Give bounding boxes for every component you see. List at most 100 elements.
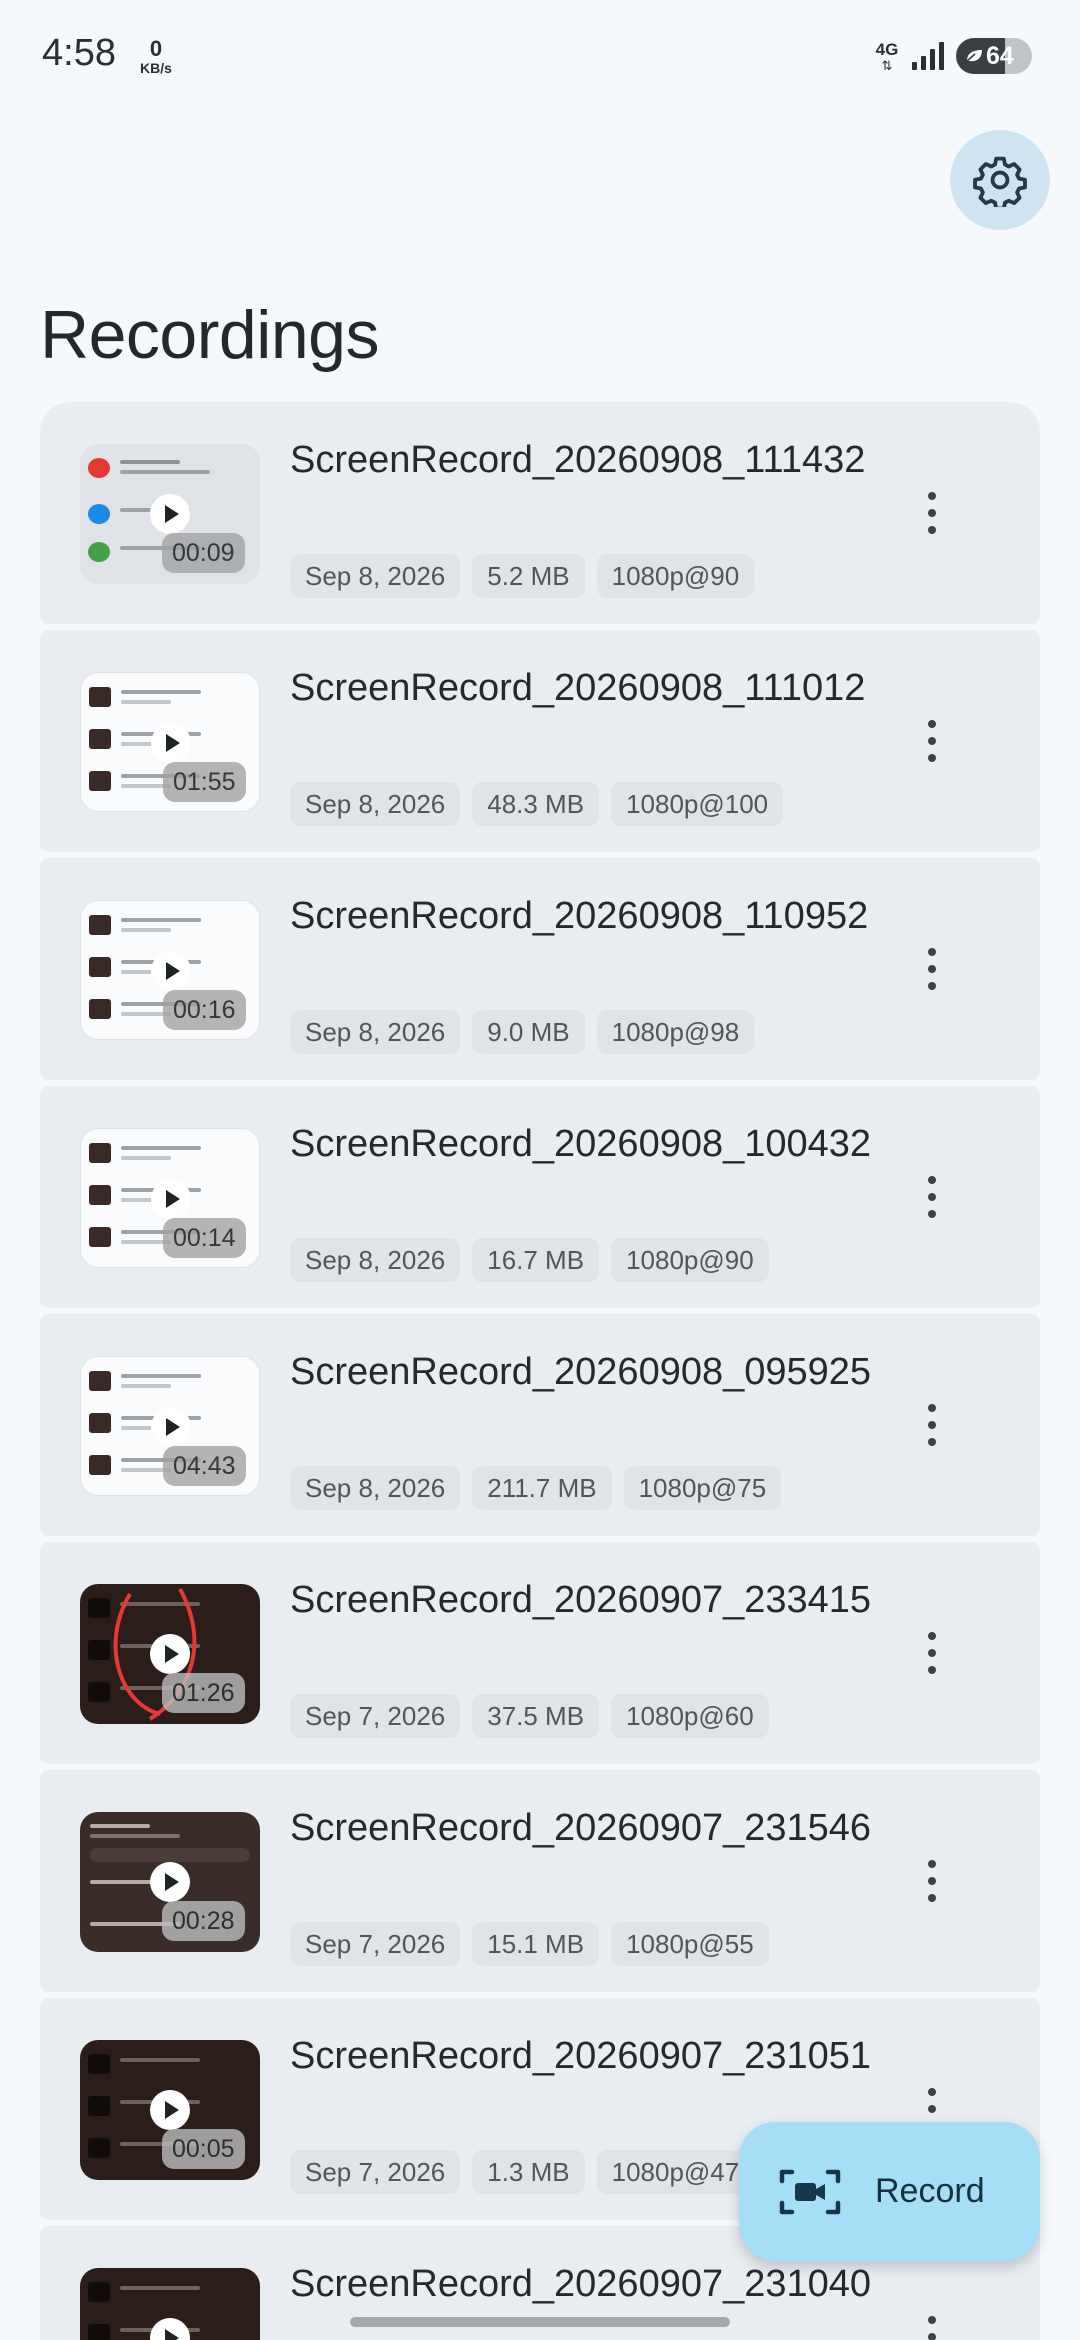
size-chip: 16.7 MB (472, 1238, 600, 1282)
date-chip: Sep 8, 2026 (290, 1238, 461, 1282)
video-thumbnail[interactable]: 00:09 (80, 444, 260, 584)
size-chip: 5.2 MB (472, 554, 585, 598)
screen: 4:58 0 KB/s 4G ⇅ 64 Recordings 00:09 Scr… (0, 0, 1080, 2340)
size-chip: 9.0 MB (472, 1010, 585, 1054)
video-thumbnail[interactable]: 04:43 (80, 1356, 260, 1496)
play-icon (151, 723, 191, 763)
recording-item[interactable]: 00:14 ScreenRecord_20260908_100432 Sep 8, … (40, 1086, 1040, 1308)
play-icon (151, 951, 191, 991)
size-chip: 48.3 MB (472, 782, 600, 826)
date-chip: Sep 8, 2026 (290, 554, 461, 598)
video-thumbnail[interactable] (80, 2268, 260, 2340)
recording-item[interactable]: 00:09 ScreenRecord_20260908_111432 Sep 8, … (40, 402, 1040, 624)
date-chip: Sep 8, 2026 (290, 1010, 461, 1054)
recording-item[interactable]: 00:28 ScreenRecord_20260907_231546 Sep 7, … (40, 1770, 1040, 1992)
play-icon (150, 1634, 190, 1674)
more-options-icon[interactable] (918, 1172, 946, 1222)
recording-meta: Sep 8, 2026 5.2 MB 1080p@90 (290, 554, 755, 598)
more-options-icon[interactable] (918, 1400, 946, 1450)
date-chip: Sep 7, 2026 (290, 1922, 461, 1966)
duration-badge: 04:43 (163, 1446, 246, 1486)
settings-button[interactable] (950, 130, 1050, 230)
recording-name: ScreenRecord_20260907_231546 (290, 1807, 872, 1849)
network-type: 4G ⇅ (872, 41, 902, 72)
signal-icon (912, 41, 946, 71)
recording-name: ScreenRecord_20260908_095925 (290, 1351, 872, 1393)
play-icon (151, 1179, 191, 1219)
home-indicator[interactable] (350, 2317, 730, 2327)
network-speed-unit: KB/s (140, 60, 172, 76)
size-chip: 15.1 MB (472, 1922, 600, 1966)
recording-meta: Sep 8, 2026 9.0 MB 1080p@98 (290, 1010, 755, 1054)
recording-item[interactable]: 04:43 ScreenRecord_20260908_095925 Sep 8, … (40, 1314, 1040, 1536)
more-options-icon[interactable] (918, 2312, 946, 2340)
recording-meta: Sep 8, 2026 48.3 MB 1080p@100 (290, 782, 784, 826)
size-chip: 211.7 MB (472, 1466, 612, 1510)
network-speed-value: 0 (149, 36, 163, 61)
more-options-icon[interactable] (918, 944, 946, 994)
screen-record-icon (779, 2169, 841, 2214)
duration-badge: 00:16 (163, 990, 246, 1030)
recording-name: ScreenRecord_20260907_231051 (290, 2035, 872, 2077)
record-button-label: Record (875, 2172, 985, 2210)
recording-meta: Sep 7, 2026 15.1 MB 1080p@55 (290, 1922, 769, 1966)
recording-meta: Sep 7, 2026 37.5 MB 1080p@60 (290, 1694, 769, 1738)
battery-saver-icon (965, 50, 982, 63)
quality-chip: 1080p@90 (596, 554, 755, 598)
network-speed: 0 KB/s (136, 36, 176, 76)
video-thumbnail[interactable]: 00:14 (80, 1128, 260, 1268)
recording-meta: Sep 8, 2026 16.7 MB 1080p@90 (290, 1238, 769, 1282)
more-options-icon[interactable] (918, 488, 946, 538)
more-options-icon[interactable] (918, 1628, 946, 1678)
status-bar: 4:58 0 KB/s 4G ⇅ 64 (0, 0, 1080, 110)
date-chip: Sep 8, 2026 (290, 782, 461, 826)
video-thumbnail[interactable]: 00:28 (80, 1812, 260, 1952)
date-chip: Sep 7, 2026 (290, 1694, 461, 1738)
recording-name: ScreenRecord_20260908_111432 (290, 439, 866, 481)
size-chip: 37.5 MB (472, 1694, 600, 1738)
duration-badge: 00:09 (162, 533, 245, 573)
status-time: 4:58 (42, 32, 116, 74)
more-options-icon[interactable] (918, 716, 946, 766)
quality-chip: 1080p@98 (596, 1010, 755, 1054)
quality-chip: 1080p@100 (611, 782, 784, 826)
recording-name: ScreenRecord_20260908_111012 (290, 667, 866, 709)
recording-item[interactable]: 00:16 ScreenRecord_20260908_110952 Sep 8, … (40, 858, 1040, 1080)
play-icon (150, 2090, 190, 2130)
play-icon (150, 494, 190, 534)
play-icon (150, 1862, 190, 1902)
recording-item[interactable]: 01:55 ScreenRecord_20260908_111012 Sep 8, … (40, 630, 1040, 852)
page-title: Recordings (40, 297, 379, 373)
quality-chip: 1080p@75 (623, 1466, 782, 1510)
size-chip: 1.3 MB (472, 2150, 585, 2194)
date-chip: Sep 7, 2026 (290, 2150, 461, 2194)
quality-chip: 1080p@47 (596, 2150, 755, 2194)
video-thumbnail[interactable]: 00:16 (80, 900, 260, 1040)
recording-name: ScreenRecord_20260908_110952 (290, 895, 869, 937)
status-icons: 4G ⇅ 64 (872, 36, 1032, 76)
recording-meta: Sep 8, 2026 211.7 MB 1080p@75 (290, 1466, 782, 1510)
duration-badge: 01:26 (162, 1673, 245, 1713)
more-options-icon[interactable] (918, 1856, 946, 1906)
video-thumbnail[interactable]: 01:26 (80, 1584, 260, 1724)
data-activity-icon: ⇅ (881, 57, 893, 73)
recordings-list[interactable]: 00:09 ScreenRecord_20260908_111432 Sep 8, … (40, 402, 1040, 2340)
gear-icon (973, 156, 1027, 207)
recording-name: ScreenRecord_20260907_231040 (290, 2263, 872, 2305)
date-chip: Sep 8, 2026 (290, 1466, 461, 1510)
video-thumbnail[interactable]: 00:05 (80, 2040, 260, 2180)
quality-chip: 1080p@60 (611, 1694, 769, 1738)
battery-level: 64 (986, 41, 1014, 70)
play-icon (150, 2318, 190, 2340)
recording-item[interactable]: 01:26 ScreenRecord_20260907_233415 Sep 7, … (40, 1542, 1040, 1764)
record-button[interactable]: Record (739, 2122, 1040, 2261)
duration-badge: 01:55 (163, 762, 246, 802)
duration-badge: 00:28 (162, 1901, 245, 1941)
recording-name: ScreenRecord_20260907_233415 (290, 1579, 872, 1621)
video-thumbnail[interactable]: 01:55 (80, 672, 260, 812)
recording-meta: Sep 7, 2026 1.3 MB 1080p@47 (290, 2150, 755, 2194)
battery-icon: 64 (956, 38, 1032, 74)
recording-name: ScreenRecord_20260908_100432 (290, 1123, 872, 1165)
quality-chip: 1080p@55 (611, 1922, 769, 1966)
network-type-label: 4G (875, 39, 899, 59)
